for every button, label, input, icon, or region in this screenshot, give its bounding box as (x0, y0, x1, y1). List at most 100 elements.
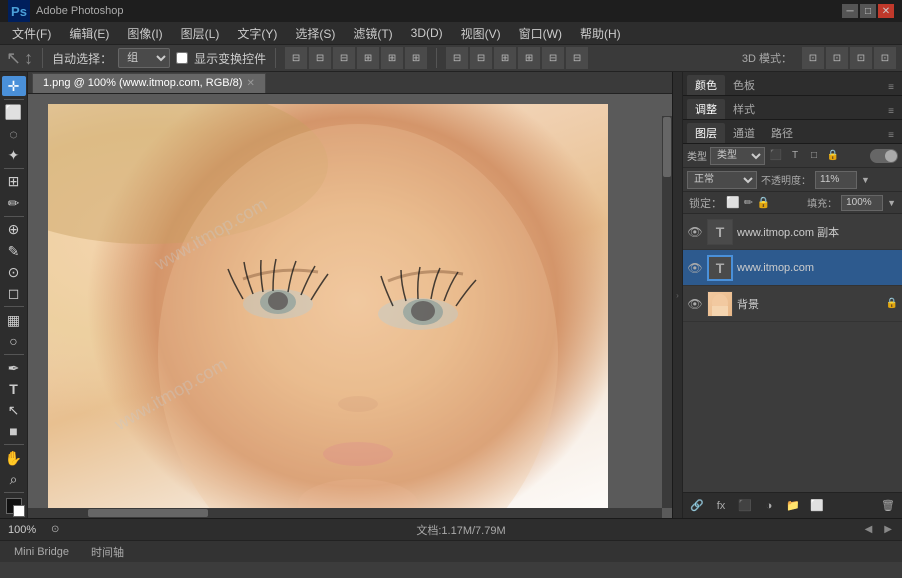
filter-icon-4[interactable]: 🔒 (825, 148, 841, 164)
align-right-icon[interactable]: ⊟ (333, 47, 355, 69)
tool-type[interactable]: T (2, 379, 26, 399)
menu-3d[interactable]: 3D(D) (403, 24, 451, 42)
scrollbar-thumb-horizontal[interactable] (88, 509, 208, 517)
align-center-v-icon[interactable]: ⊞ (381, 47, 403, 69)
add-mask-button[interactable]: ⬛ (735, 496, 755, 516)
status-icon-1[interactable]: ⊙ (51, 524, 59, 535)
align-center-h-icon[interactable]: ⊟ (309, 47, 331, 69)
menu-file[interactable]: 文件(F) (4, 23, 59, 44)
menu-filter[interactable]: 滤镜(T) (345, 23, 400, 44)
close-button[interactable]: ✕ (878, 4, 894, 18)
maximize-button[interactable]: □ (860, 4, 876, 18)
tab-color[interactable]: 颜色 (687, 75, 725, 95)
fill-arrow[interactable]: ▼ (887, 198, 896, 208)
new-group-button[interactable]: 📁 (783, 496, 803, 516)
dist-center-h-icon[interactable]: ⊞ (494, 47, 516, 69)
tab-mini-bridge[interactable]: Mini Bridge (4, 544, 79, 560)
collapse-handle[interactable]: › (672, 72, 682, 518)
layer-item-text[interactable]: 👁 T www.itmop.com (683, 250, 902, 286)
three-d-icon-3[interactable]: ⊡ (850, 47, 872, 69)
tool-magic-wand[interactable]: ✦ (2, 145, 26, 165)
filter-toggle[interactable] (870, 149, 898, 163)
filter-icon-3[interactable]: □ (806, 148, 822, 164)
background-color[interactable] (13, 505, 25, 517)
document-tab[interactable]: 1.png @ 100% (www.itmop.com, RGB/8) ✕ (32, 73, 266, 93)
tool-zoom[interactable]: ⌕ (2, 469, 26, 489)
canvas-scrollbar-vertical[interactable] (662, 116, 672, 508)
layer-eye-1[interactable]: 👁 (687, 224, 703, 240)
status-nav-next[interactable]: ▶ (882, 524, 894, 535)
scrollbar-thumb-vertical[interactable] (663, 117, 671, 177)
menu-text[interactable]: 文字(Y) (229, 23, 285, 44)
align-left-icon[interactable]: ⊟ (285, 47, 307, 69)
add-fx-button[interactable]: fx (711, 496, 731, 516)
new-layer-button[interactable]: ⬜ (807, 496, 827, 516)
opacity-arrow[interactable]: ▼ (861, 175, 870, 185)
tool-pen[interactable]: ✒ (2, 358, 26, 378)
tool-lasso[interactable]: ◌ (2, 124, 26, 144)
tab-layers[interactable]: 图层 (687, 123, 725, 143)
adjustment-button[interactable]: ◑ (759, 496, 779, 516)
layer-eye-3[interactable]: 👁 (687, 296, 703, 312)
dist-h-icon[interactable]: ⊟ (446, 47, 468, 69)
filter-type-select[interactable]: 类型 (710, 147, 765, 165)
menu-help[interactable]: 帮助(H) (572, 23, 629, 44)
minimize-button[interactable]: ─ (842, 4, 858, 18)
lock-all-icon[interactable]: 🔒 (757, 196, 771, 209)
tool-crop[interactable]: ⊞ (2, 172, 26, 192)
menu-image[interactable]: 图像(I) (119, 23, 170, 44)
lock-pixels-icon[interactable]: ⬜ (726, 196, 740, 209)
canvas-scrollbar-horizontal[interactable] (28, 508, 662, 518)
tab-close-button[interactable]: ✕ (246, 78, 254, 89)
tool-move[interactable]: ✛ (2, 76, 26, 96)
three-d-icon-4[interactable]: ⊡ (874, 47, 896, 69)
canvas-scroll-area[interactable]: www.itmop.com www.itmop.com (28, 94, 672, 518)
dist-v-icon[interactable]: ⊟ (470, 47, 492, 69)
dist-right-icon[interactable]: ⊟ (542, 47, 564, 69)
lock-position-icon[interactable]: ✏ (744, 196, 753, 209)
tool-select-rect[interactable]: ⬜ (2, 103, 26, 123)
layer-item-text-copy[interactable]: 👁 T www.itmop.com 副本 (683, 214, 902, 250)
blend-mode-select[interactable]: 正常 溶解 正片叠底 (687, 171, 757, 189)
status-nav-prev[interactable]: ◀ (863, 524, 875, 535)
tool-shape[interactable]: ■ (2, 421, 26, 441)
dist-center-v-icon[interactable]: ⊞ (518, 47, 540, 69)
fill-value[interactable]: 100% (841, 195, 883, 211)
layer-item-background[interactable]: 👁 背景 🔒 (683, 286, 902, 322)
tool-eyedropper[interactable]: ✏ (2, 193, 26, 213)
menu-view[interactable]: 视图(V) (453, 23, 509, 44)
tab-adjust[interactable]: 调整 (687, 99, 725, 119)
tool-spot-heal[interactable]: ⊕ (2, 220, 26, 240)
delete-layer-button[interactable]: 🗑 (878, 496, 898, 516)
tool-hand[interactable]: ✋ (2, 448, 26, 468)
tab-channels[interactable]: 通道 (725, 123, 763, 143)
tab-timeline[interactable]: 时间轴 (81, 542, 134, 562)
color-panel-menu[interactable]: ≡ (884, 80, 898, 95)
tool-eraser[interactable]: ◻ (2, 283, 26, 303)
layers-panel-menu[interactable]: ≡ (884, 128, 898, 143)
tool-brush[interactable]: ✎ (2, 241, 26, 261)
menu-edit[interactable]: 编辑(E) (61, 23, 117, 44)
link-layers-button[interactable]: 🔗 (687, 496, 707, 516)
dist-bottom-icon[interactable]: ⊟ (566, 47, 588, 69)
menu-layer[interactable]: 图层(L) (173, 23, 228, 44)
align-bottom-icon[interactable]: ⊞ (405, 47, 427, 69)
adjust-panel-menu[interactable]: ≡ (884, 104, 898, 119)
opacity-value[interactable]: 11% (815, 171, 857, 189)
auto-select-dropdown[interactable]: 组 图层 (118, 48, 170, 68)
show-transform-checkbox[interactable] (176, 52, 188, 64)
tool-clone[interactable]: ⊙ (2, 262, 26, 282)
tab-paths[interactable]: 路径 (763, 123, 801, 143)
menu-window[interactable]: 窗口(W) (511, 23, 570, 44)
foreground-color[interactable] (6, 498, 22, 514)
filter-icon-1[interactable]: ⬛ (768, 148, 784, 164)
tool-gradient[interactable]: ▦ (2, 310, 26, 330)
filter-icon-2[interactable]: T (787, 148, 803, 164)
three-d-icon-1[interactable]: ⊡ (802, 47, 824, 69)
tab-style[interactable]: 样式 (725, 99, 763, 119)
align-top-icon[interactable]: ⊞ (357, 47, 379, 69)
tool-dodge[interactable]: ○ (2, 331, 26, 351)
tool-path-select[interactable]: ↖ (2, 400, 26, 420)
tab-swatches[interactable]: 色板 (725, 75, 763, 95)
layer-eye-2[interactable]: 👁 (687, 260, 703, 276)
